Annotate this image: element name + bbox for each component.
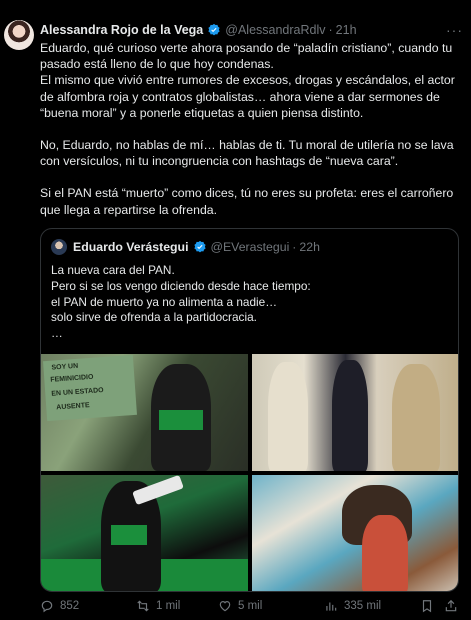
heart-icon [219, 601, 231, 612]
photo-mural[interactable] [252, 475, 458, 591]
verified-badge-icon [193, 240, 207, 254]
bookmark-button[interactable] [420, 599, 440, 613]
views-button[interactable]: 335 mil [324, 599, 381, 613]
reply-button[interactable]: 852 [40, 599, 79, 613]
separator-dot: · [328, 23, 333, 37]
green-scarf [111, 525, 147, 545]
sign-text: FEMINICIDIO [50, 373, 94, 384]
quoted-tweet[interactable]: Eduardo Verástegui @EVerastegui · 22h La… [40, 228, 459, 592]
megaphone [132, 475, 184, 506]
tweet-paragraph: Si el PAN está “muerto” como dices, tú n… [40, 186, 454, 217]
person-figure [268, 362, 308, 471]
person-figure [332, 360, 368, 471]
green-scarf [159, 410, 203, 430]
reply-icon [41, 600, 53, 613]
author-handle[interactable]: @AlessandraRdlv [225, 23, 325, 37]
author-name[interactable]: Alessandra Rojo de la Vega [40, 23, 203, 37]
views-count: 335 mil [344, 600, 382, 612]
retweet-button[interactable]: 1 mil [136, 599, 180, 613]
photo-group-standing[interactable] [252, 354, 458, 471]
tweet[interactable]: Alessandra Rojo de la Vega @AlessandraRd… [0, 0, 471, 620]
retweet-icon [137, 600, 149, 612]
quoted-tweet-time: 22h [299, 240, 320, 254]
woman-figure [362, 515, 408, 591]
more-options-icon[interactable]: ··· [446, 22, 471, 38]
retweet-count: 1 mil [156, 600, 181, 612]
photo-protest-sign[interactable]: SOY UN FEMINICIDIO EN UN ESTADO AUSENTE [41, 354, 248, 471]
views-bar-chart-icon [326, 602, 337, 611]
quoted-media-grid[interactable]: SOY UN FEMINICIDIO EN UN ESTADO AUSENTE [41, 354, 458, 591]
tweet-text: Eduardo, qué curioso verte ahora posando… [40, 40, 460, 218]
author-avatar[interactable] [4, 20, 34, 50]
tweet-paragraph: Eduardo, qué curioso verte ahora posando… [40, 41, 455, 120]
quoted-author-handle: @EVerastegui [210, 240, 290, 254]
sign-text: EN UN ESTADO [51, 387, 104, 398]
photo-megaphone[interactable] [41, 475, 248, 591]
protest-sign: SOY UN FEMINICIDIO EN UN ESTADO AUSENTE [43, 354, 137, 422]
verified-badge-icon [207, 23, 221, 37]
quoted-tweet-text: La nueva cara del PAN. Pero si se los ve… [51, 263, 311, 341]
separator-dot: · [292, 240, 297, 254]
tweet-paragraph: No, Eduardo, no hablas de mí… hablas de … [40, 138, 454, 169]
sign-text: SOY UN [51, 362, 79, 372]
quoted-tweet-header: Eduardo Verástegui @EVerastegui · 22h [51, 237, 320, 257]
quoted-author-avatar [51, 239, 67, 255]
share-icon [445, 599, 457, 612]
like-count: 5 mil [238, 600, 263, 612]
person-figure [392, 364, 440, 471]
tweet-time[interactable]: 21h [336, 23, 357, 37]
tweet-actions: 852 1 mil 5 mil 335 mil [40, 596, 460, 616]
tweet-header: Alessandra Rojo de la Vega @AlessandraRd… [40, 20, 461, 40]
quoted-author-name: Eduardo Verástegui [73, 240, 189, 254]
bookmark-icon [422, 600, 432, 613]
like-button[interactable]: 5 mil [218, 599, 262, 613]
reply-count: 852 [60, 600, 80, 612]
share-button[interactable] [444, 599, 464, 613]
sign-text: AUSENTE [56, 402, 90, 412]
